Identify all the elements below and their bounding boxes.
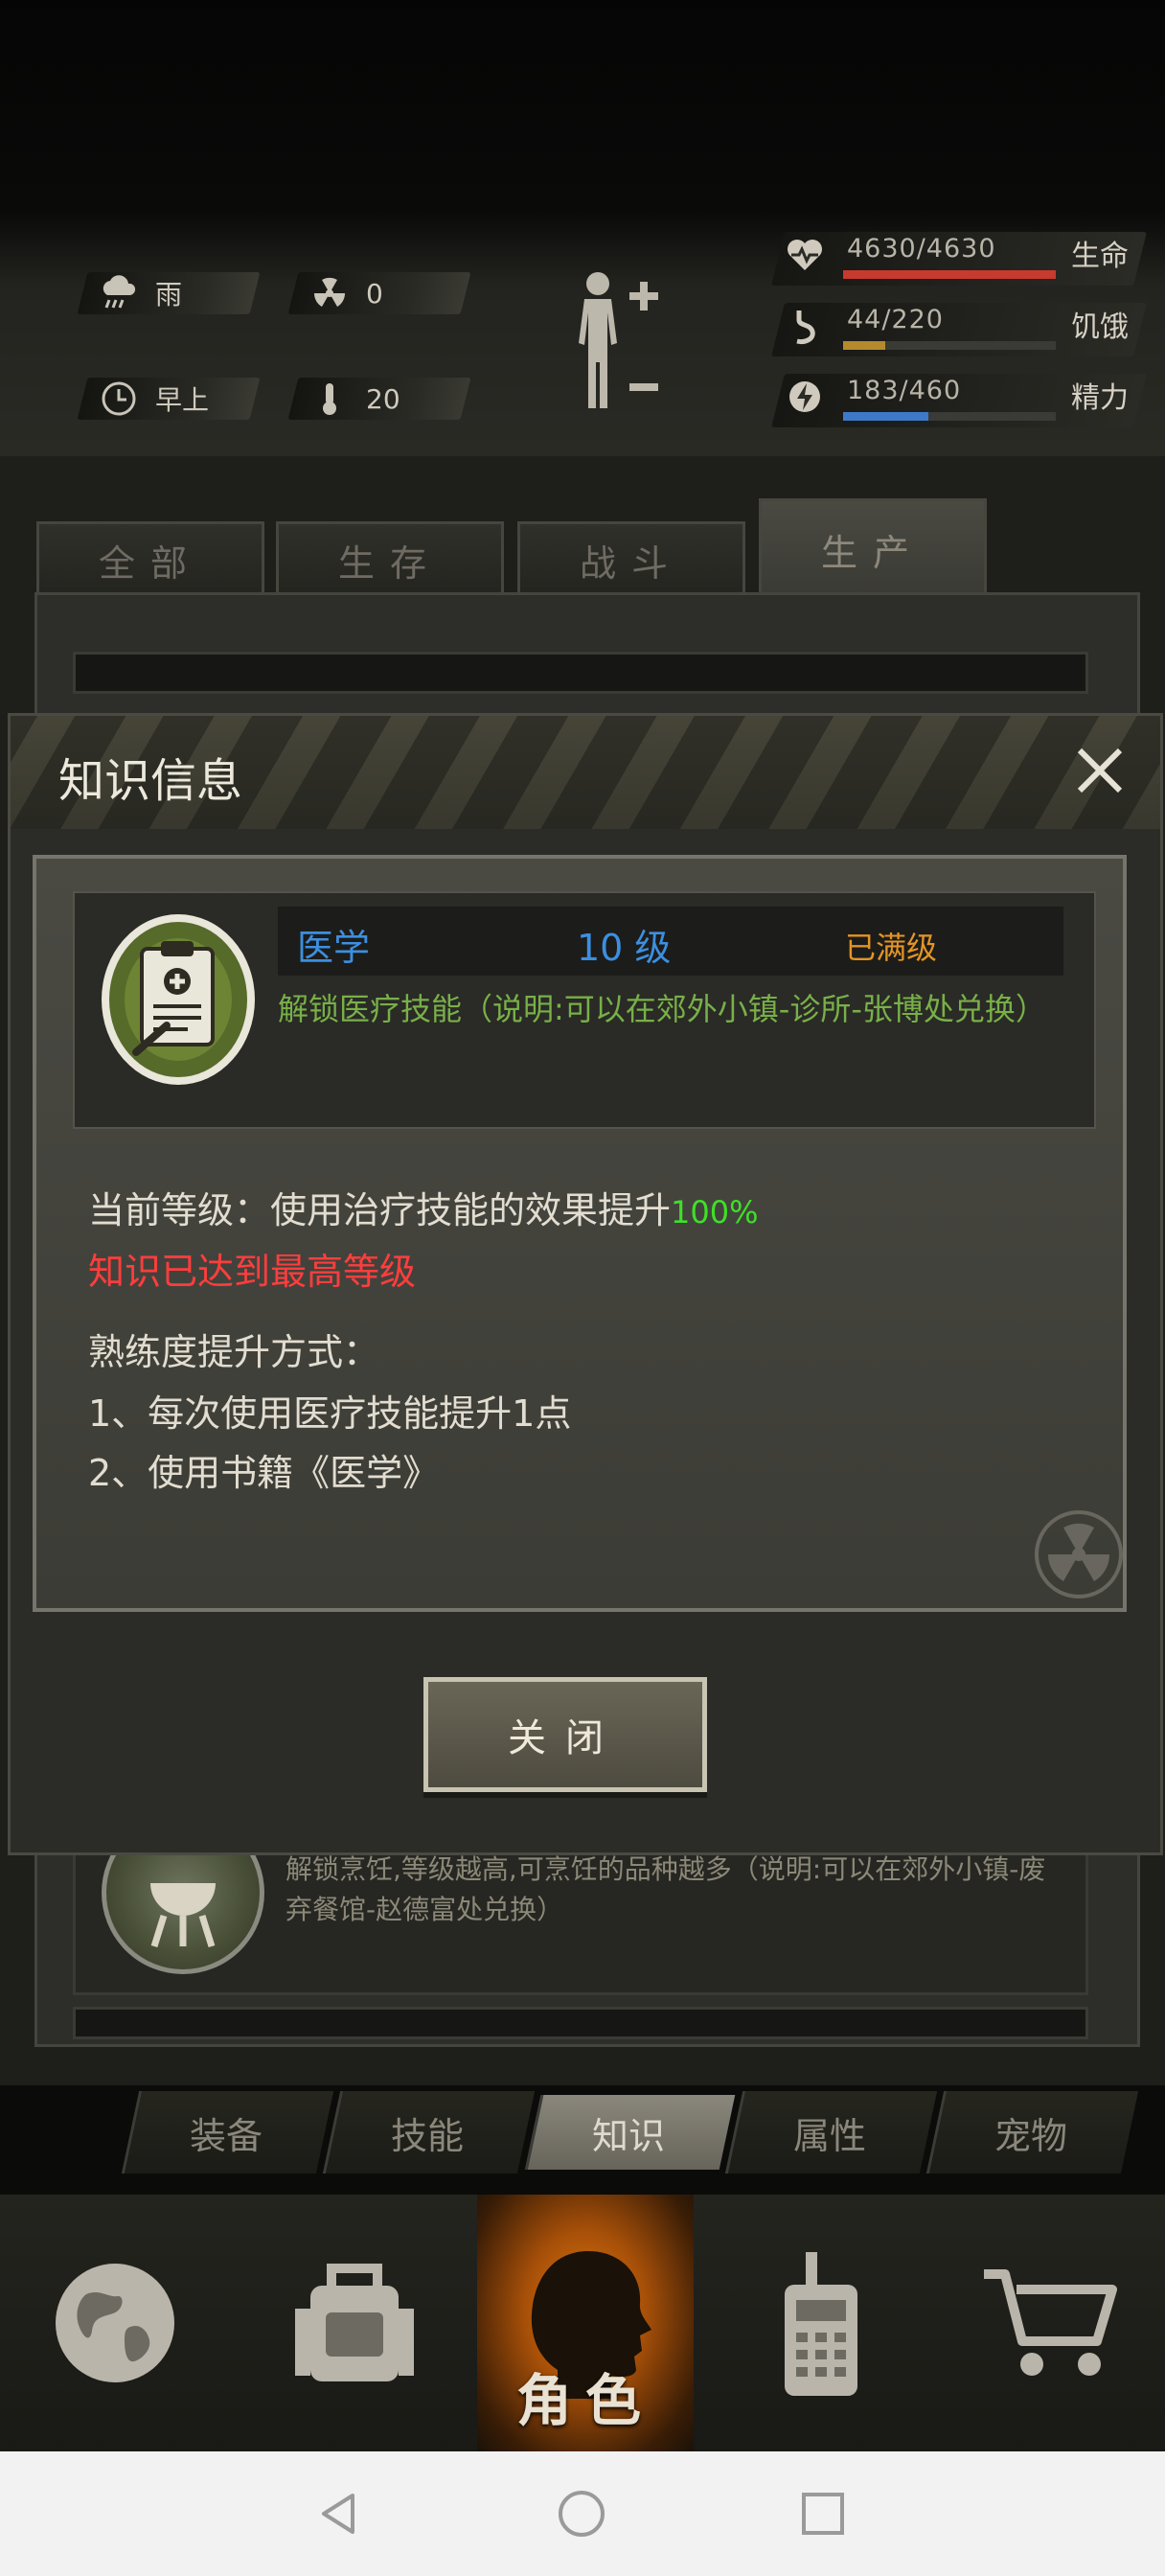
system-nav-bar (0, 2451, 1165, 2576)
temperature-chip: 20 (287, 378, 471, 420)
nav-shop-button[interactable] (935, 2195, 1165, 2451)
subtab-skills[interactable]: 技能 (331, 2091, 523, 2174)
walkie-talkie-icon (785, 2252, 857, 2396)
temperature-value: 20 (366, 382, 400, 415)
energy-vital: 183/460 精力 (778, 374, 1140, 427)
skill-description: 解锁医疗技能（说明:可以在郊外小镇-诊所-张博处兑换） (278, 991, 1046, 1027)
backpack-icon (295, 2264, 414, 2381)
tab-production[interactable]: 生产 (759, 498, 987, 597)
character-subtabs: 装备 技能 知识 属性 宠物 (115, 2091, 1150, 2174)
stomach-icon (778, 307, 832, 354)
method-title: 熟练度提升方式： (88, 1331, 380, 1373)
clock-icon (100, 380, 138, 418)
tab-survival[interactable]: 生存 (276, 521, 504, 595)
nav-radio-button[interactable] (705, 2195, 935, 2451)
energy-value: 183/460 (847, 376, 962, 405)
method-item: 2、使用书籍《医学》 (88, 1452, 440, 1494)
weather-chip: 雨 (77, 272, 261, 314)
energy-bar (843, 412, 1056, 421)
current-level-text: 当前等级：使用治疗技能的效果提升 (88, 1189, 672, 1231)
energy-label: 精力 (1071, 381, 1129, 415)
dialog-title: 知识信息 (58, 754, 243, 808)
time-value: 早上 (155, 384, 210, 416)
time-chip: 早上 (77, 378, 261, 420)
max-level-badge: 已满级 (845, 930, 938, 966)
method-item: 1、每次使用医疗技能提升1点 (88, 1392, 572, 1435)
list-divider (73, 652, 1088, 694)
subtab-equipment[interactable]: 装备 (130, 2091, 322, 2174)
health-bar (843, 270, 1056, 279)
subtab-attributes[interactable]: 属性 (734, 2091, 925, 2174)
max-level-notice: 知识已达到最高等级 (88, 1251, 417, 1293)
thermometer-icon (310, 380, 349, 418)
hunger-bar (843, 341, 1056, 350)
health-value: 4630/4630 (847, 234, 996, 264)
cart-icon (984, 2269, 1117, 2376)
nav-backpack-button[interactable] (240, 2195, 469, 2451)
nav-character-label: 角色 (515, 2368, 654, 2433)
subtab-knowledge[interactable]: 知识 (533, 2091, 724, 2174)
rain-cloud-icon (100, 274, 138, 312)
tab-combat[interactable]: 战斗 (517, 521, 745, 595)
body-status-icon[interactable] (565, 266, 671, 420)
radiation-watermark-icon (1035, 1510, 1123, 1598)
energy-icon (778, 378, 832, 425)
skill-level: 10 级 (577, 927, 672, 969)
nav-world-button[interactable] (0, 2195, 230, 2451)
hunger-vital: 44/220 饥饿 (778, 303, 1140, 356)
medical-clipboard-icon (100, 912, 257, 1087)
weather-value: 雨 (155, 279, 183, 310)
back-icon[interactable] (314, 2490, 362, 2538)
globe-icon (56, 2264, 174, 2382)
heart-icon (778, 238, 832, 281)
hunger-value: 44/220 (847, 305, 944, 334)
radiation-icon (310, 274, 349, 312)
close-button[interactable]: 关闭 (423, 1677, 707, 1792)
dialog-header: 知识信息 (11, 716, 1160, 829)
tab-all[interactable]: 全部 (36, 521, 264, 595)
subtab-pets[interactable]: 宠物 (935, 2091, 1127, 2174)
home-icon[interactable] (558, 2490, 605, 2538)
close-icon[interactable] (1066, 737, 1133, 804)
health-label: 生命 (1071, 240, 1129, 273)
current-level-value: 100% (671, 1194, 759, 1230)
skill-name: 医学 (297, 927, 371, 969)
list-item-desc: 解锁烹饪,等级越高,可烹饪的品种越多（说明:可以在郊外小镇-废弃餐馆-赵德富处兑… (286, 1853, 1046, 1925)
recents-icon[interactable] (801, 2492, 845, 2536)
radiation-chip: 0 (287, 272, 471, 314)
radiation-value: 0 (366, 277, 383, 310)
health-vital: 4630/4630 生命 (778, 232, 1140, 286)
hunger-label: 饥饿 (1071, 310, 1129, 344)
list-divider (73, 2007, 1088, 2039)
current-level-line: 当前等级：使用治疗技能的效果提升100% (88, 1181, 759, 1233)
